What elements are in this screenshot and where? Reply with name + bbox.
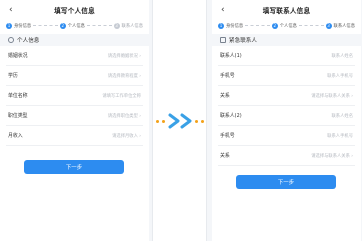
nav-bar: ‹ 填写联系人信息 [212,0,361,20]
field-label: 关系 [220,153,230,159]
contact-2-name-field[interactable]: 联系人(2) 联系人姓名 [218,106,355,126]
dot-icon [156,120,159,123]
nav-bar: ‹ 填写个人信息 [0,0,149,20]
field-label: 手机号 [220,133,235,139]
contact-card-icon [220,37,226,43]
section-header: 紧急联系人 [212,34,361,46]
contact-1-phone-field[interactable]: 手机号 联系人手机号 [218,66,355,86]
back-icon[interactable]: ‹ [9,4,13,16]
contact-1-relation-field[interactable]: 关系 请选择与联系人关系 › [218,86,355,106]
step-number: 2 [271,22,278,29]
step-divider [298,25,324,26]
next-button[interactable]: 下一步 [236,175,336,189]
transition-arrow [156,113,206,129]
field-label: 单位名称 [8,93,28,99]
step-label: 身份信息 [226,23,244,29]
contact-1-name-field[interactable]: 联系人(1) 联系人姓名 [218,46,355,66]
field-label: 婚姻状况 [8,53,28,59]
back-icon[interactable]: ‹ [221,4,225,16]
step-divider [86,25,112,26]
dot-icon [201,120,204,123]
step-number: 1 [6,22,12,29]
field-label: 关系 [220,93,230,99]
section-title: 个人信息 [17,38,40,44]
field-placeholder: 请选择教育程度 › [107,73,141,79]
field-placeholder: 请选择与联系人关系 › [311,93,353,99]
marital-status-field[interactable]: 婚姻状况 请选择婚姻状况 › [6,46,143,66]
step-number: 2 [59,22,66,29]
contact-info-screen: ‹ 填写联系人信息 1 身份信息 2 个人信息 3 联系人信息 紧急联系人 联系… [212,0,361,241]
chevron-right-icon [180,113,192,129]
screen: ‹ 填写个人信息 1 身份信息 2 个人信息 3 联系人信息 个人信息 婚姻状况… [0,0,362,241]
step-indicator: 1 身份信息 2 个人信息 3 联系人信息 [212,20,361,31]
step-2: 2 个人信息 [271,22,297,29]
page-title: 填写联系人信息 [262,7,311,15]
step-label: 个人信息 [67,23,85,29]
page-title: 填写个人信息 [54,7,95,15]
field-placeholder: 请填写工作单位全称 [102,93,141,99]
field-placeholder: 请选择职位类型 › [107,113,141,119]
contact-2-relation-field[interactable]: 关系 请选择与联系人关系 › [218,146,355,166]
field-label: 职位类型 [8,113,28,119]
field-placeholder: 联系人手机号 [327,73,353,79]
personal-info-form: 婚姻状况 请选择婚姻状况 › 学历 请选择教育程度 › 单位名称 请填写工作单位… [0,46,149,146]
field-placeholder: 联系人姓名 [331,53,353,59]
step-number: 3 [325,22,332,29]
step-label: 个人信息 [279,23,297,29]
monthly-income-field[interactable]: 月收入 请选择月收入 › [6,126,143,146]
next-button[interactable]: 下一步 [24,160,124,174]
step-divider [245,25,270,26]
step-divider [33,25,58,26]
dot-icon [195,120,198,123]
step-3: 3 联系人信息 [325,22,356,29]
job-type-field[interactable]: 职位类型 请选择职位类型 › [6,106,143,126]
field-placeholder: 联系人姓名 [331,113,353,119]
employer-field[interactable]: 单位名称 请填写工作单位全称 [6,86,143,106]
field-label: 学历 [8,73,18,79]
step-1: 1 身份信息 [218,22,244,29]
step-label: 联系人信息 [121,23,144,29]
dot-icon [162,120,165,123]
step-1: 1 身份信息 [6,22,32,29]
user-icon [8,37,14,43]
step-indicator: 1 身份信息 2 个人信息 3 联系人信息 [0,20,149,31]
step-label: 联系人信息 [333,23,356,29]
education-field[interactable]: 学历 请选择教育程度 › [6,66,143,86]
contact-info-form: 联系人(1) 联系人姓名 手机号 联系人手机号 关系 请选择与联系人关系 › 联… [212,46,361,166]
step-number: 1 [218,22,224,29]
field-placeholder: 请选择月收入 › [112,133,141,139]
section-title: 紧急联系人 [229,38,257,44]
step-2: 2 个人信息 [59,22,85,29]
step-label: 身份信息 [14,23,32,29]
field-placeholder: 联系人手机号 [327,133,353,139]
field-placeholder: 请选择与联系人关系 › [311,153,353,159]
section-header: 个人信息 [0,34,149,46]
field-placeholder: 请选择婚姻状况 › [107,53,141,59]
field-label: 手机号 [220,73,235,79]
step-number: 3 [113,22,120,29]
step-3: 3 联系人信息 [113,22,144,29]
personal-info-screen: ‹ 填写个人信息 1 身份信息 2 个人信息 3 联系人信息 个人信息 婚姻状况… [0,0,149,241]
field-label: 月收入 [8,133,23,139]
field-label: 联系人(1) [220,53,242,59]
contact-2-phone-field[interactable]: 手机号 联系人手机号 [218,126,355,146]
field-label: 联系人(2) [220,113,242,119]
